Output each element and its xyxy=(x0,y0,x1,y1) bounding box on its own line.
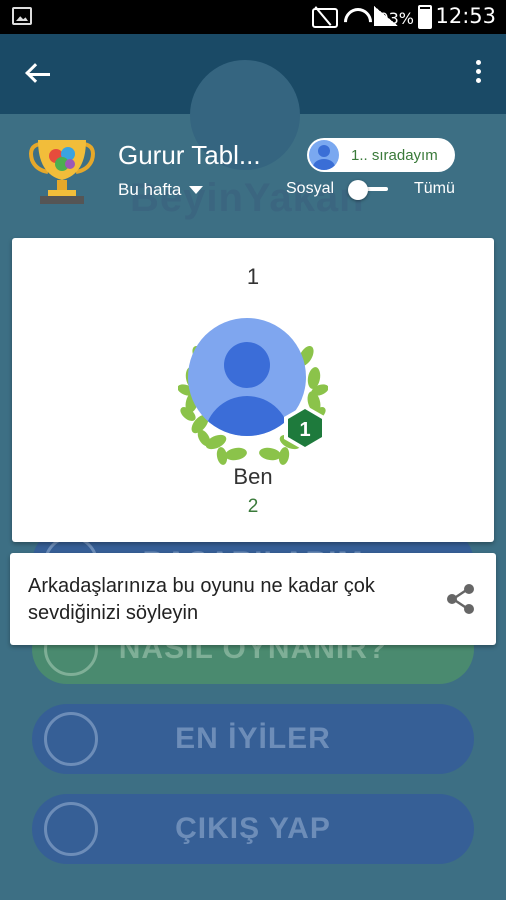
exit-button-bg: ÇIKIŞ YAP xyxy=(32,794,474,864)
avatar-icon xyxy=(309,140,339,170)
page-title: Gurur Tabl... xyxy=(118,140,261,170)
all-label: Tümü xyxy=(414,180,455,197)
more-options-icon[interactable] xyxy=(472,60,484,90)
player-name: Ben xyxy=(233,464,273,489)
period-label: Bu hafta xyxy=(118,180,182,199)
badge-rank-number: 1 xyxy=(299,419,310,441)
back-arrow-icon[interactable] xyxy=(22,58,56,92)
period-dropdown[interactable]: Bu hafta xyxy=(118,180,204,200)
gallery-notification-icon xyxy=(12,7,32,25)
social-all-switch[interactable] xyxy=(344,176,390,204)
mute-icon xyxy=(310,6,338,28)
share-prompt-text: Arkadaşlarınıza bu oyunu ne kadar çok se… xyxy=(28,575,375,624)
leaderboard-button-bg: EN İYİLER xyxy=(32,704,474,774)
rank-number: 1 xyxy=(246,264,260,289)
player-score: 2 xyxy=(247,496,259,517)
my-rank-button[interactable]: 1.. sıradayım xyxy=(307,138,455,172)
leaderboard-card: 1 1 Ben 2 xyxy=(12,238,494,542)
caret-down-icon xyxy=(189,186,204,194)
trophy-icon xyxy=(29,140,95,204)
battery-percent: 93% xyxy=(378,9,414,28)
power-icon xyxy=(44,802,98,856)
social-label: Sosyal xyxy=(286,180,335,197)
status-bar: 93% 12:53 xyxy=(0,0,506,34)
award-ribbon-icon xyxy=(44,712,98,766)
wifi-icon xyxy=(344,6,366,26)
share-icon[interactable] xyxy=(446,583,476,615)
rank-badge: 1 xyxy=(282,404,328,452)
clock: 12:53 xyxy=(435,4,496,28)
share-card[interactable]: Arkadaşlarınıza bu oyunu ne kadar çok se… xyxy=(10,553,496,645)
battery-icon xyxy=(418,5,432,29)
my-rank-label: 1.. sıradayım xyxy=(351,146,438,164)
